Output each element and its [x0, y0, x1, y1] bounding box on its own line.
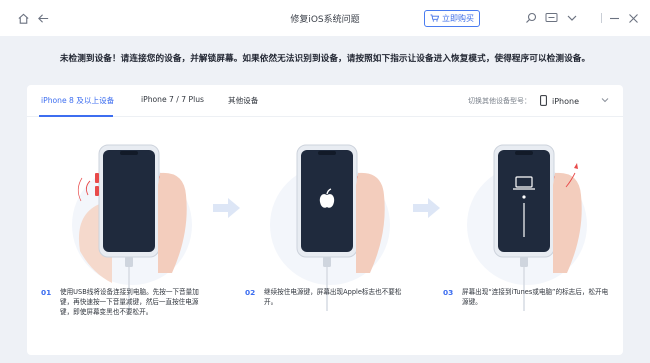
- next-step-arrow-icon: [213, 198, 240, 218]
- step2-number: 02: [245, 288, 256, 297]
- close-icon[interactable]: [624, 9, 642, 27]
- window-title: 修复iOS系统问题: [290, 15, 360, 25]
- step1-illustration: [72, 144, 192, 311]
- step3-description: 屏幕出现“连接到iTunes或电脑”的标志后，松开电源键。: [462, 288, 609, 306]
- device-tabs: iPhone 8 及以上设备 iPhone 7 / 7 Plus 其他设备 切换…: [27, 85, 623, 117]
- switch-device-label: 切换其他设备型号：: [468, 97, 531, 105]
- search-icon[interactable]: [522, 9, 540, 27]
- step1-description: 使用USB线将设备连接到电脑。先按一下音量加键，再快速按一下音量减键，然后一直按…: [60, 288, 199, 316]
- back-icon[interactable]: [34, 9, 52, 27]
- step3-illustration: [467, 144, 587, 311]
- step3-number: 03: [443, 288, 454, 297]
- no-device-warning: 未检测到设备！请连接您的设备，并解锁屏幕。如果依然无法识别到设备，请按照如下指示…: [59, 54, 591, 64]
- device-model-select[interactable]: iPhone: [540, 92, 612, 110]
- chevron-down-icon: [601, 96, 609, 106]
- active-tab-indicator: [39, 115, 113, 117]
- step2-description: 继续按住电源键，屏幕出现Apple标志也不要松开。: [264, 288, 402, 306]
- selected-device-value: iPhone: [552, 96, 580, 106]
- tab-iphone7[interactable]: iPhone 7 / 7 Plus: [141, 95, 204, 104]
- home-icon[interactable]: [14, 9, 32, 27]
- tab-iphone8-and-later[interactable]: iPhone 8 及以上设备: [41, 95, 114, 106]
- feedback-icon[interactable]: [542, 9, 560, 27]
- recovery-guide-card: iPhone 8 及以上设备 iPhone 7 / 7 Plus 其他设备 切换…: [27, 85, 623, 355]
- cart-icon: [430, 13, 440, 24]
- buy-now-label: 立即购买: [442, 14, 474, 23]
- buy-now-button[interactable]: 立即购买: [424, 10, 480, 27]
- tab-other-devices[interactable]: 其他设备: [228, 95, 258, 106]
- next-step-arrow-icon: [413, 198, 440, 218]
- dropdown-icon[interactable]: [563, 9, 581, 27]
- title-separator: [601, 13, 602, 23]
- step1-number: 01: [41, 288, 52, 297]
- title-bar: 修复iOS系统问题 立即购买: [0, 0, 650, 36]
- step2-illustration: [270, 144, 390, 311]
- phone-icon: [540, 94, 547, 108]
- minimize-icon[interactable]: [605, 9, 623, 27]
